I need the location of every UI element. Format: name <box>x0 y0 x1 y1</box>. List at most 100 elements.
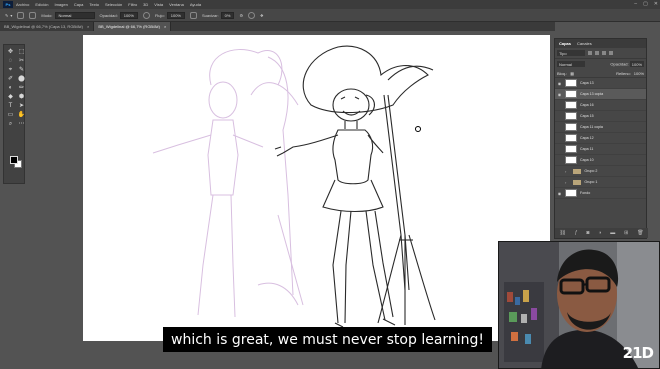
marquee-tool-icon[interactable]: ⬚ <box>17 48 26 55</box>
layer-name: Capa 11 <box>580 147 594 151</box>
minimize-icon[interactable]: – <box>634 1 637 7</box>
filter-shape-icon[interactable] <box>609 51 613 55</box>
tab-channels[interactable]: Canales <box>577 41 592 46</box>
chevron-right-icon[interactable]: › <box>565 180 566 185</box>
link-icon[interactable]: ⛓ <box>559 230 565 236</box>
brush-settings-icon[interactable] <box>29 11 37 19</box>
fill-field[interactable]: 100% <box>634 71 644 76</box>
folder-icon <box>573 179 582 185</box>
tab-document-2[interactable]: BB_Wigdelinal @ 66,7% (RGB/8#) × <box>94 22 172 31</box>
maximize-icon[interactable]: ▢ <box>643 1 648 7</box>
menu-item-3d[interactable]: 3D <box>143 2 148 7</box>
trash-icon[interactable]: 🗑 <box>637 230 643 236</box>
flow-field[interactable]: 100% <box>166 11 185 19</box>
eyedropper-tool-icon[interactable]: ⌖ <box>6 66 15 73</box>
opacity-field[interactable]: 100% <box>119 11 138 19</box>
brush-tool-icon[interactable]: ✐ <box>6 75 15 82</box>
layer-thumbnail <box>565 112 577 120</box>
gear-icon[interactable]: ⚙ <box>239 13 243 18</box>
layer-row[interactable]: Capa 12 <box>555 133 646 144</box>
hand-tool-icon[interactable]: ✋ <box>17 111 26 118</box>
airbrush-icon[interactable] <box>189 11 197 19</box>
menu-item-filtro[interactable]: Filtro <box>128 2 137 7</box>
layer-row[interactable]: ◉ Capa 13 copia <box>555 89 646 100</box>
healing-tool-icon[interactable]: ✎ <box>17 66 26 73</box>
layer-row[interactable]: › Grupo 2 <box>555 166 646 177</box>
gradient-tool-icon[interactable]: ◆ <box>6 93 15 100</box>
mask-icon[interactable]: ◙ <box>586 230 589 236</box>
crop-tool-icon[interactable]: ✂ <box>17 57 26 64</box>
dodge-tool-icon[interactable]: ⬢ <box>17 93 26 100</box>
mode-select[interactable]: Normal <box>54 11 95 19</box>
document-canvas[interactable] <box>83 35 550 341</box>
layer-thumbnail <box>565 189 577 197</box>
layer-filter-select[interactable]: Tipo <box>557 50 585 56</box>
layer-opacity-field[interactable]: 100% <box>629 61 644 67</box>
layer-row[interactable]: Capa 16 <box>555 100 646 111</box>
brush-preset-icon[interactable] <box>17 11 25 19</box>
tab-layers[interactable]: Capas <box>559 41 571 46</box>
fx-icon[interactable]: ƒ <box>575 230 578 236</box>
pressure-size-icon[interactable] <box>248 11 256 19</box>
path-selection-icon[interactable]: ➤ <box>17 102 26 109</box>
layer-row[interactable]: Capa 10 <box>555 155 646 166</box>
layer-row[interactable]: Capa 11 <box>555 144 646 155</box>
lasso-tool-icon[interactable]: ◌ <box>6 57 15 64</box>
visibility-eye-icon[interactable]: ◉ <box>557 191 562 196</box>
foreground-color-swatch[interactable] <box>10 156 18 164</box>
layer-thumbnail <box>565 156 577 164</box>
layer-row[interactable]: ◉ Capa 13 <box>555 78 646 89</box>
menu-item-seleccion[interactable]: Selección <box>105 2 122 7</box>
visibility-eye-icon[interactable]: ◉ <box>557 92 562 97</box>
type-tool-icon[interactable]: T <box>6 102 15 109</box>
menu-item-texto[interactable]: Texto <box>89 2 99 7</box>
mode-label: Modo: <box>41 12 53 18</box>
filter-type-icon[interactable] <box>602 51 606 55</box>
filter-adjustment-icon[interactable] <box>595 51 599 55</box>
layer-name: Capa 10 <box>580 158 594 162</box>
menu-item-vista[interactable]: Vista <box>154 2 163 7</box>
move-tool-icon[interactable]: ✥ <box>6 48 15 55</box>
options-bar: ✎ ▾ Modo: Normal Opacidad: 100% Flujo: 10… <box>0 9 660 22</box>
pressure-opacity-icon[interactable] <box>142 11 150 19</box>
tab-document-1[interactable]: BB_Wigdelinal @ 66,7% (Capa 13, RGB/8#) … <box>0 22 95 31</box>
new-layer-icon[interactable]: ⊞ <box>624 230 628 236</box>
window-controls: – ▢ ✕ <box>634 1 658 7</box>
zoom-tool-icon[interactable]: ⌕ <box>6 120 15 127</box>
visibility-eye-icon[interactable]: ◉ <box>557 81 562 86</box>
layer-name: Capa 11 copia <box>580 125 603 129</box>
stamp-tool-icon[interactable]: ⬤ <box>17 75 26 82</box>
lock-icon[interactable]: ▦ <box>570 71 574 76</box>
lock-row: Bloq.: ▦ Relleno: 100% <box>555 69 646 78</box>
blend-mode-select[interactable]: Normal <box>557 61 585 67</box>
pink-construction-sketch <box>152 49 304 318</box>
close-icon[interactable]: ✕ <box>654 1 658 7</box>
layer-row[interactable]: Capa 15 <box>555 111 646 122</box>
close-tab-icon[interactable]: × <box>164 24 166 29</box>
menu-item-imagen[interactable]: Imagen <box>54 2 67 7</box>
chevron-right-icon[interactable]: › <box>565 169 566 174</box>
eraser-tool-icon[interactable]: ✏ <box>17 84 26 91</box>
brush-tool-icon[interactable]: ✎ <box>5 13 8 18</box>
menu-item-ayuda[interactable]: Ayuda <box>190 2 201 7</box>
chevron-down-icon[interactable]: ▾ <box>10 13 12 18</box>
filter-pixel-icon[interactable] <box>588 51 592 55</box>
layer-row[interactable]: › Grupo 1 <box>555 177 646 188</box>
smoothing-field[interactable]: 0% <box>220 11 235 19</box>
menu-item-ventana[interactable]: Ventana <box>169 2 184 7</box>
close-tab-icon[interactable]: × <box>87 24 89 29</box>
layer-thumbnail <box>565 145 577 153</box>
adjustment-icon[interactable]: ◑ <box>598 230 601 236</box>
more-tools-icon[interactable]: ⋯ <box>17 120 26 127</box>
symmetry-icon[interactable]: ❖ <box>260 13 264 18</box>
menu-item-edicion[interactable]: Edición <box>35 2 48 7</box>
layer-name: Capa 16 <box>580 103 594 107</box>
history-brush-icon[interactable]: ◐ <box>6 84 15 91</box>
layer-row[interactable]: ◉ Fondo <box>555 188 646 199</box>
menu-item-capa[interactable]: Capa <box>74 2 84 7</box>
layer-name: Capa 12 <box>580 136 594 140</box>
folder-icon[interactable]: ▬ <box>610 230 615 236</box>
menu-item-archivo[interactable]: Archivo <box>16 2 29 7</box>
layer-row[interactable]: Capa 11 copia <box>555 122 646 133</box>
rectangle-tool-icon[interactable]: ▭ <box>6 111 15 118</box>
